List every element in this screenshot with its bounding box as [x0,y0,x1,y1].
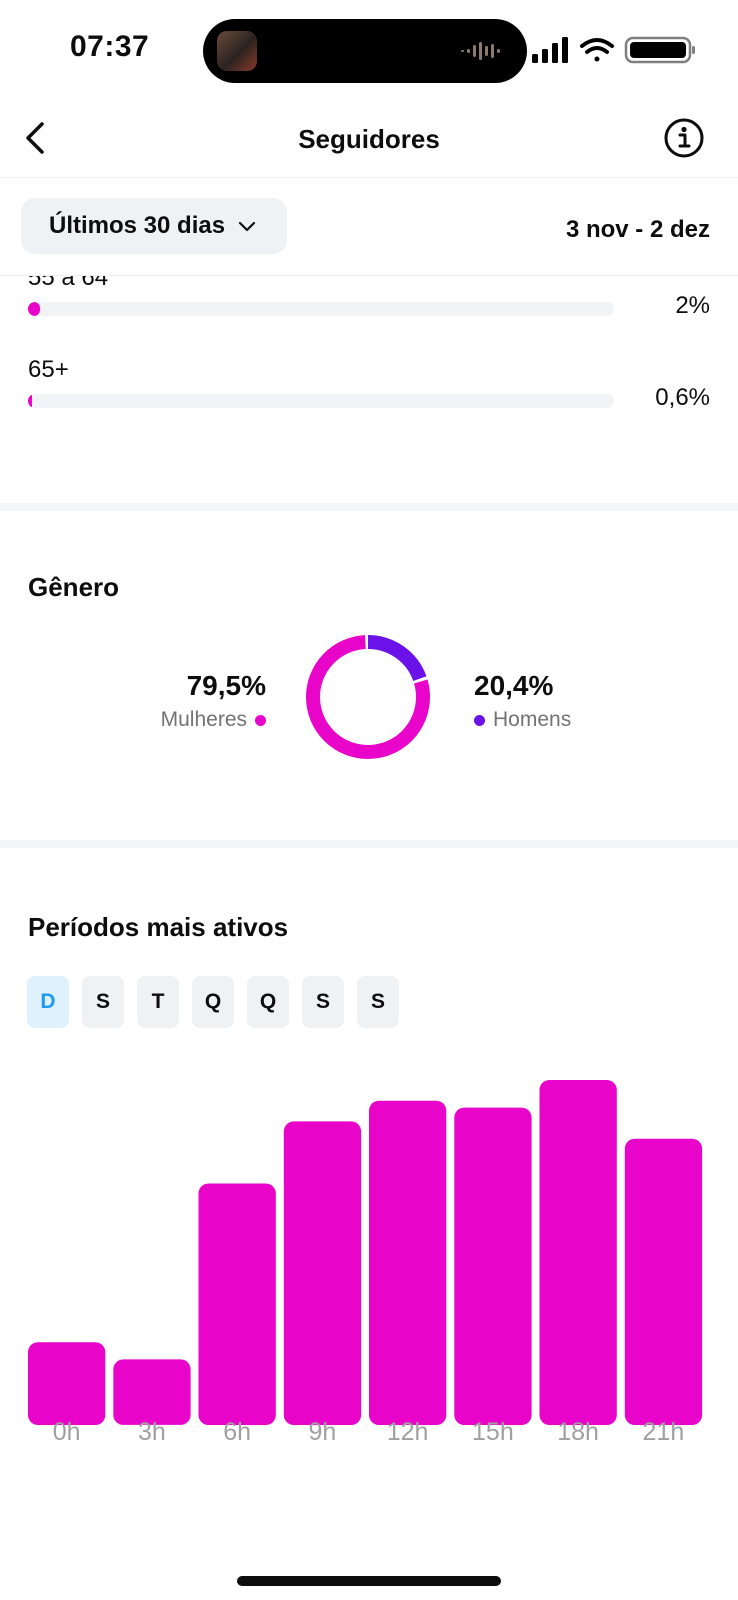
age-bar-fill [28,302,40,316]
men-label: Homens [493,708,572,731]
age-section: 55 a 64 2% 65+ 0,6% [0,276,738,503]
day-tab[interactable]: Q [192,976,234,1028]
bar-0h[interactable] [28,1342,106,1425]
x-tick-label: 9h [308,1418,336,1446]
filter-row: Últimos 30 dias 3 nov - 2 dez [0,178,738,276]
dynamic-island[interactable] [203,19,527,83]
day-tab[interactable]: T [137,976,179,1028]
age-label: 55 a 64 [28,276,109,291]
x-tick-label: 21h [643,1418,685,1446]
x-tick-label: 12h [387,1418,429,1446]
period-dropdown[interactable]: Últimos 30 dias [21,198,287,254]
info-icon[interactable] [662,116,706,160]
x-tick-label: 6h [223,1418,251,1446]
x-tick-label: 18h [557,1418,599,1446]
x-tick-label: 0h [53,1418,81,1446]
day-tab[interactable]: S [302,976,344,1028]
status-bar: 07:37 [0,0,738,100]
day-tab[interactable]: S [357,976,399,1028]
signal-icon [532,37,568,63]
gender-donut-chart [306,635,430,759]
women-legend-dot [255,714,266,726]
age-label: 65+ [28,356,69,383]
active-hours-bar-chart: 0h 3h 6h 9h 12h 15h 18h 21h [28,1080,703,1446]
age-bar-track [28,302,614,316]
section-divider [0,503,738,511]
bar-9h[interactable] [283,1121,362,1425]
age-percent: 2% [675,292,710,319]
age-row: 55 a 64 2% [0,276,738,324]
women-percent: 79,5% [186,670,266,701]
wifi-icon [580,38,614,62]
bar-6h[interactable] [198,1183,276,1426]
age-bar-track [28,394,614,408]
section-divider [0,840,738,848]
day-selector: DSTQQSS [27,976,399,1028]
gender-men: 20,4% Homens [474,670,571,732]
status-icons [532,36,695,64]
bar-12h[interactable] [369,1100,447,1425]
bar-18h[interactable] [539,1080,617,1425]
active-periods-title: Períodos mais ativos [28,912,289,942]
x-tick-label: 3h [138,1418,166,1446]
period-label: Últimos 30 dias [49,212,226,239]
date-range: 3 nov - 2 dez [565,216,710,243]
gender-women: 79,5% Mulheres [161,670,266,732]
bar-3h[interactable] [113,1359,191,1425]
status-time: 07:37 [70,30,150,63]
men-legend-dot [474,714,485,726]
chevron-down-icon [238,221,256,232]
audio-wave-icon [461,42,500,60]
bar-15h[interactable] [454,1107,532,1425]
bar-21h[interactable] [624,1138,703,1425]
top-nav-bar: Seguidores [0,100,738,178]
women-label: Mulheres [160,708,247,731]
day-tab[interactable]: Q [247,976,289,1028]
age-row: 65+ 0,6% [0,356,738,416]
x-tick-label: 15h [472,1418,514,1446]
battery-icon [624,36,695,64]
home-indicator[interactable] [237,1576,501,1586]
now-playing-artwork [217,31,257,71]
age-percent: 0,6% [655,384,710,411]
gender-title: Gênero [28,572,120,602]
day-tab[interactable]: D [27,976,69,1028]
age-bar-fill [28,394,32,408]
page-title: Seguidores [298,124,440,154]
day-tab[interactable]: S [82,976,124,1028]
men-percent: 20,4% [474,670,554,701]
